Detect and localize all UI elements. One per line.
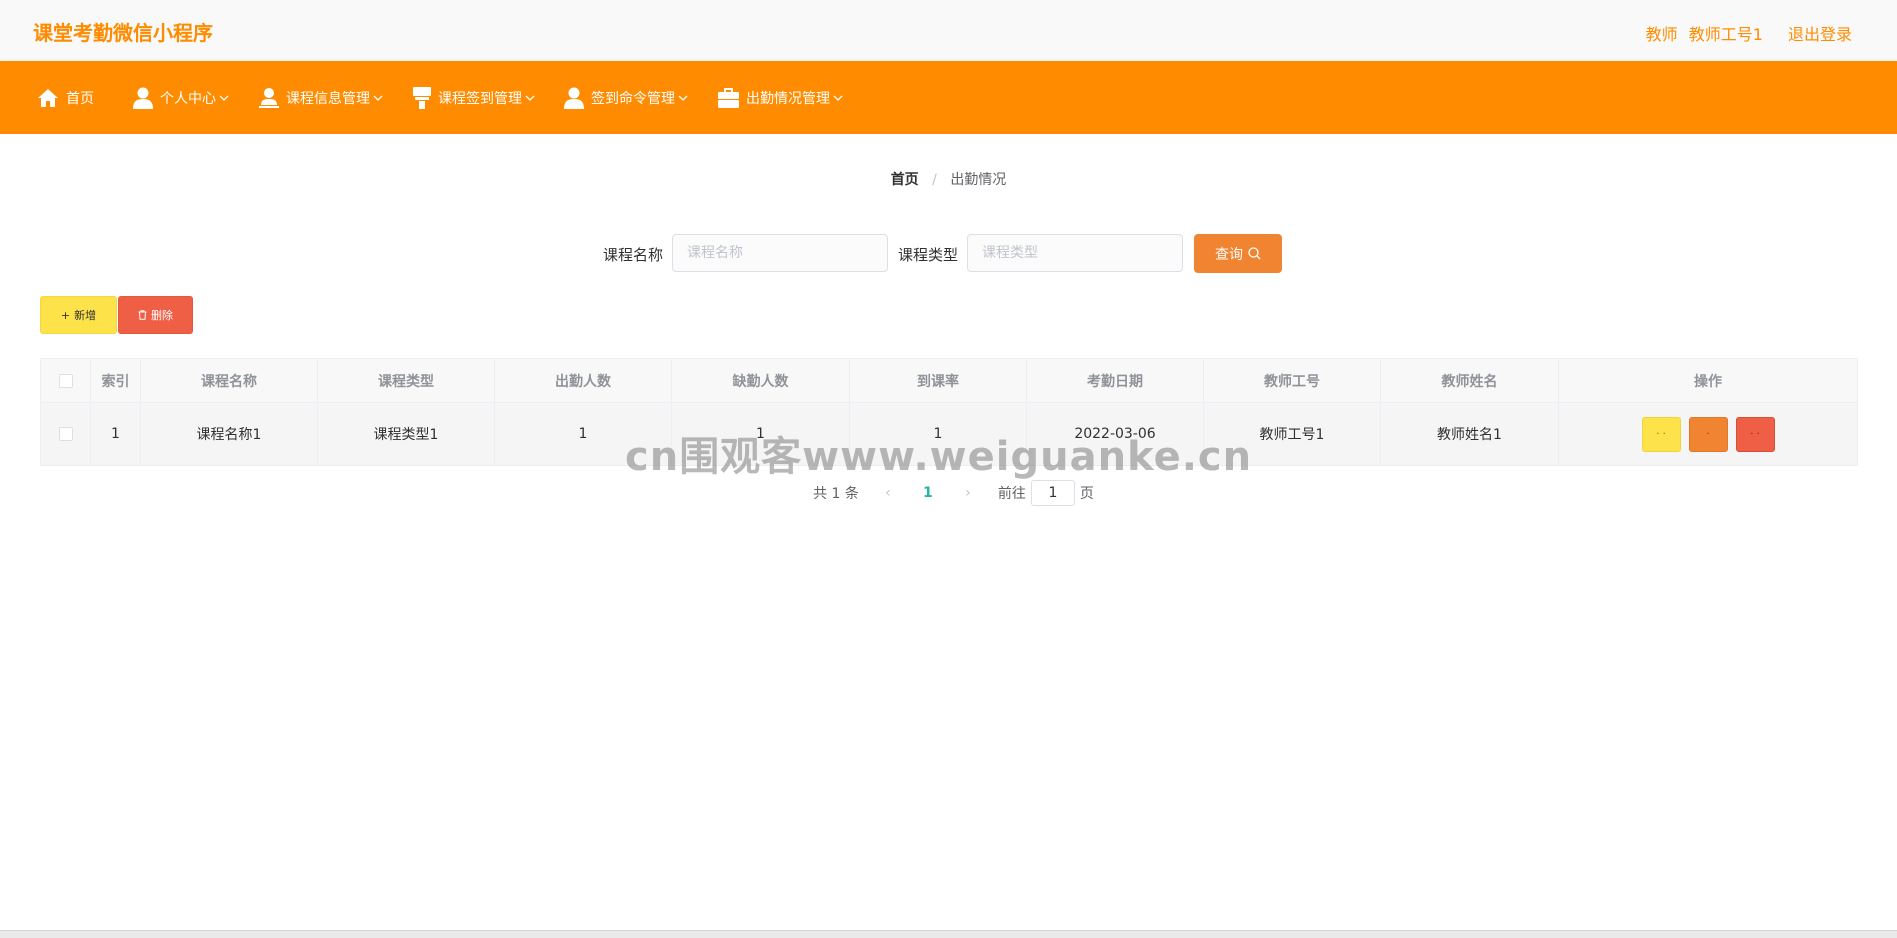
delete-button-label: 删除 (151, 309, 173, 322)
select-all-cell (40, 358, 91, 403)
cell-attendance: 1 (494, 402, 672, 466)
nav-item-course-sign-in[interactable]: 课程签到管理 (413, 61, 535, 134)
next-page-button[interactable]: › (953, 485, 983, 501)
cell-teacher-id: 教师工号1 (1203, 402, 1381, 466)
row-checkbox[interactable] (58, 427, 73, 441)
goto-page-input[interactable] (1030, 480, 1075, 506)
pagination-total: 共 1 条 (813, 486, 859, 502)
select-all-checkbox[interactable] (58, 373, 73, 388)
add-button-label: 新增 (74, 309, 97, 322)
column-header: 考勤日期 (1026, 358, 1204, 403)
cell-rate: 1 (849, 402, 1027, 466)
column-header: 课程名称 (140, 358, 318, 403)
user-role: 教师 (1645, 25, 1678, 44)
course-type-input[interactable] (967, 234, 1183, 272)
table-row: 1 课程名称1 课程类型1 1 1 1 2022-03-06 教师工号1 教师姓… (40, 402, 1858, 466)
user-name: 教师工号1 (1688, 25, 1763, 44)
column-header: 出勤人数 (494, 358, 672, 403)
plus-icon: + (60, 308, 71, 322)
table-header-row: 索引 课程名称 课程类型 出勤人数 缺勤人数 到课率 考勤日期 教师工号 教师姓… (40, 358, 1858, 403)
delete-button[interactable]: 删除 (118, 296, 193, 334)
edit-button[interactable]: · (1688, 416, 1728, 452)
page-number-1[interactable]: 1 (903, 485, 953, 501)
cell-operations: · · · · · (1558, 402, 1858, 466)
nav-item-attendance[interactable]: 出勤情况管理 (718, 61, 843, 134)
chevron-down-icon (833, 95, 843, 101)
column-header: 到课率 (849, 358, 1027, 403)
user-icon (564, 87, 584, 109)
nav-item-sign-command[interactable]: 签到命令管理 (564, 61, 688, 134)
main-nav: 首页 个人中心 课程信息管理 课程签到管理 签到命令管理 出勤情况管理 (0, 61, 1897, 134)
pagination: 共 1 条 ‹ 1 › 前往 页 (0, 480, 1897, 506)
nav-item-label: 出勤情况管理 (746, 90, 830, 107)
cell-date: 2022-03-06 (1026, 402, 1204, 466)
app-title: 课堂考勤微信小程序 (33, 21, 213, 45)
cell-index: 1 (90, 402, 141, 466)
attendance-table: 索引 课程名称 课程类型 出勤人数 缺勤人数 到课率 考勤日期 教师工号 教师姓… (40, 358, 1858, 466)
course-name-input[interactable] (672, 234, 888, 272)
cell-course-type: 课程类型1 (317, 402, 495, 466)
trash-icon (138, 310, 147, 320)
breadcrumb: 首页 / 出勤情况 (0, 169, 1897, 189)
row-delete-button[interactable]: · · (1735, 416, 1775, 452)
query-button[interactable]: 查询 (1194, 234, 1282, 273)
column-header: 操作 (1558, 358, 1858, 403)
header-user-area: 教师 教师工号1 退出登录 (1640, 21, 1852, 45)
chevron-down-icon (525, 95, 535, 101)
nav-item-course-info[interactable]: 课程信息管理 (259, 61, 383, 134)
column-header: 教师工号 (1203, 358, 1381, 403)
chevron-down-icon (678, 95, 688, 101)
cell-teacher-name: 教师姓名1 (1380, 402, 1559, 466)
query-button-label: 查询 (1215, 246, 1243, 263)
stamp-icon (413, 86, 431, 109)
column-header: 索引 (90, 358, 141, 403)
goto-label: 前往 (997, 486, 1026, 502)
page-suffix: 页 (1079, 486, 1094, 502)
nav-item-label: 首页 (66, 90, 94, 107)
column-header: 课程类型 (317, 358, 495, 403)
cell-absence: 1 (671, 402, 850, 466)
add-button[interactable]: + 新增 (40, 296, 117, 334)
search-icon (1248, 247, 1261, 260)
top-header: 课堂考勤微信小程序 教师 教师工号1 退出登录 (0, 0, 1897, 59)
chevron-down-icon (373, 95, 383, 101)
column-header: 缺勤人数 (671, 358, 850, 403)
course-type-label: 课程类型 (898, 246, 959, 264)
nav-item-home[interactable]: 首页 (37, 61, 94, 134)
user-stamp-icon (259, 88, 279, 108)
course-name-label: 课程名称 (603, 246, 664, 264)
nav-item-label: 签到命令管理 (591, 90, 675, 107)
nav-item-label: 课程信息管理 (286, 90, 370, 107)
nav-item-label: 个人中心 (160, 90, 216, 107)
nav-item-label: 课程签到管理 (438, 90, 522, 107)
breadcrumb-home[interactable]: 首页 (891, 172, 919, 188)
nav-item-personal-center[interactable]: 个人中心 (133, 61, 229, 134)
breadcrumb-separator: / (932, 172, 937, 188)
column-header: 教师姓名 (1380, 358, 1559, 403)
prev-page-button[interactable]: ‹ (873, 485, 903, 501)
chevron-down-icon (219, 95, 229, 101)
breadcrumb-current: 出勤情况 (950, 172, 1007, 188)
row-select-cell (40, 402, 91, 466)
detail-button[interactable]: · · (1641, 416, 1681, 452)
logout-link[interactable]: 退出登录 (1788, 25, 1852, 44)
briefcase-icon (718, 87, 739, 108)
cell-course-name: 课程名称1 (140, 402, 318, 466)
home-icon (38, 88, 58, 107)
user-icon (133, 87, 153, 109)
